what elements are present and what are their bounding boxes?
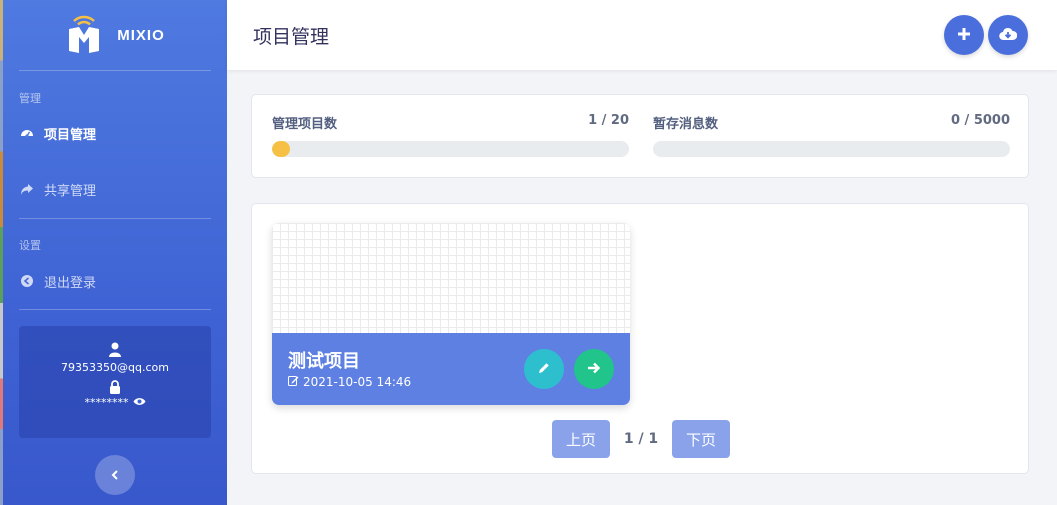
share-icon [19,181,35,197]
sidebar-item-projects[interactable]: 项目管理 [19,122,96,144]
stat-value: 1 / 20 [588,113,629,128]
sidebar-item-label: 项目管理 [44,127,97,143]
section-title-settings: 设置 [19,239,41,252]
sidebar-divider [19,218,211,219]
sidebar-item-label: 共享管理 [44,183,97,199]
arrow-right-icon [587,360,601,379]
sidebar-divider [19,309,211,310]
project-time-text: 2021-10-05 14:46 [303,375,412,389]
projects-progress-bar [272,141,629,157]
mixio-logo-icon [69,15,100,53]
chevron-left-icon [110,466,120,485]
brand[interactable]: MIXIO [3,0,227,70]
project-name: 测试项目 [288,351,360,372]
topbar: 项目管理 [227,0,1057,70]
project-preview-grid [272,223,630,333]
logout-icon [19,273,35,289]
plus-icon [957,26,971,45]
sidebar-item-share[interactable]: 共享管理 [19,178,96,200]
stat-label: 暂存消息数 [653,117,719,132]
next-page-button[interactable]: 下页 [672,420,730,458]
projects-panel: 测试项目 2021-10-05 14:46 上页 1 / 1 下页 [251,203,1029,474]
stat-messages: 暂存消息数 0 / 5000 [653,113,1010,157]
eye-icon[interactable] [133,396,146,409]
user-password: ******** [84,396,129,409]
project-card-footer: 测试项目 2021-10-05 14:46 [272,333,630,405]
edit-note-icon [288,375,299,389]
import-project-button[interactable] [988,15,1028,55]
stat-projects: 管理项目数 1 / 20 [272,113,629,157]
edit-project-button[interactable] [524,349,564,389]
open-project-button[interactable] [574,349,614,389]
lock-icon [19,380,211,394]
sidebar-item-logout[interactable]: 退出登录 [19,270,96,292]
page-title: 项目管理 [253,26,330,48]
section-title-manage: 管理 [19,92,41,105]
stat-value: 0 / 5000 [950,113,1010,128]
sidebar: MIXIO 管理 项目管理 共享管理 设置 退出登录 79353350@qq.c… [3,0,227,505]
user-email: 79353350@qq.com [61,361,169,374]
usage-stats-card: 管理项目数 1 / 20 暂存消息数 0 / 5000 [251,94,1029,178]
pencil-icon [537,360,551,379]
add-project-button[interactable] [944,15,984,55]
page-indicator: 1 / 1 [623,431,659,447]
user-icon [19,342,211,357]
prev-page-button[interactable]: 上页 [552,420,610,458]
cloud-download-icon [999,26,1018,45]
sidebar-collapse-button[interactable] [95,455,135,495]
project-time: 2021-10-05 14:46 [288,375,411,389]
stat-label: 管理项目数 [272,117,338,132]
progress-fill [272,141,290,157]
sidebar-item-label: 退出登录 [44,275,97,291]
pagination: 上页 1 / 1 下页 [252,420,1030,458]
dashboard-icon [19,125,35,141]
sidebar-divider [19,70,211,71]
project-card[interactable]: 测试项目 2021-10-05 14:46 [272,223,630,405]
brand-name: MIXIO [117,26,165,44]
messages-progress-bar [653,141,1010,157]
user-card: 79353350@qq.com ******** [19,326,211,438]
